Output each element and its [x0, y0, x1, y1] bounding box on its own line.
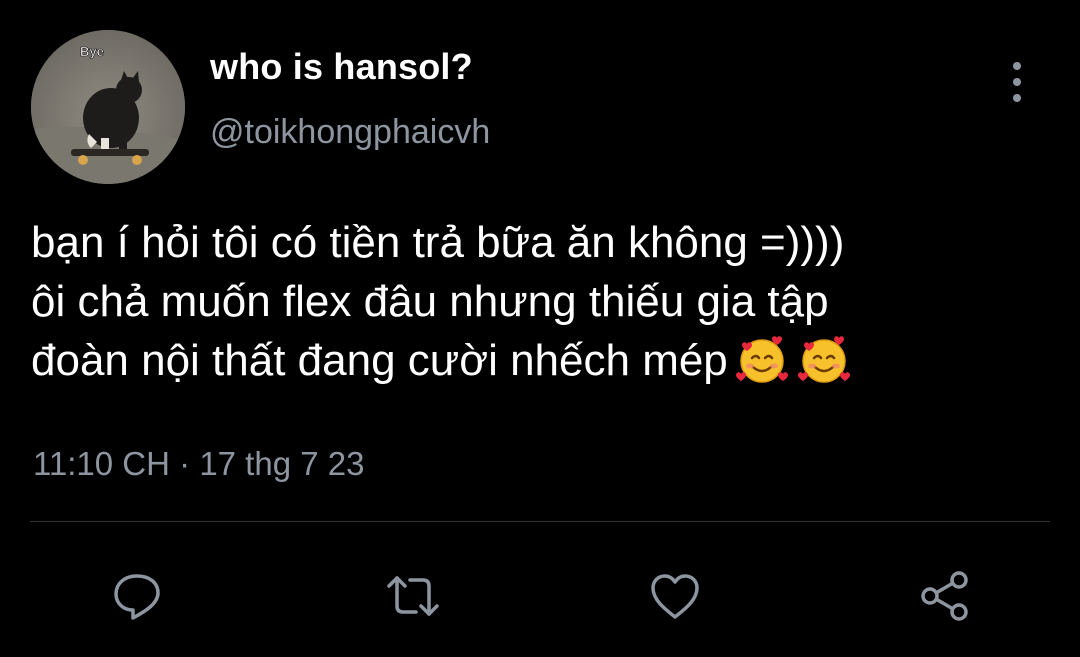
user-handle[interactable]: @toikhongphaicvh [210, 113, 490, 152]
divider [30, 521, 1050, 522]
meta-separator: · [179, 445, 191, 482]
avatar-image: Bye [31, 30, 185, 184]
tweet-time: 11:10 CH [33, 445, 170, 482]
display-name[interactable]: who is hansol? [210, 46, 473, 88]
more-vertical-icon[interactable] [1005, 60, 1029, 104]
avatar[interactable]: Bye [31, 30, 185, 184]
smiling-face-with-hearts-icon [735, 336, 788, 383]
retweet-icon[interactable] [383, 566, 443, 626]
tweet-date: 17 thg 7 23 [199, 445, 365, 482]
smiling-face-with-hearts-icon [797, 336, 850, 383]
tweet-text: bạn í hỏi tôi có tiền trả bữa ăn không =… [31, 213, 1041, 390]
avatar-caption: Bye [80, 44, 104, 59]
tweet-timestamp[interactable]: 11:10 CH · 17 thg 7 23 [33, 445, 364, 483]
tweet-body: bạn í hỏi tôi có tiền trả bữa ăn không =… [31, 218, 845, 385]
share-icon[interactable] [914, 566, 974, 626]
reply-icon[interactable] [107, 566, 167, 626]
like-icon[interactable] [645, 566, 705, 626]
